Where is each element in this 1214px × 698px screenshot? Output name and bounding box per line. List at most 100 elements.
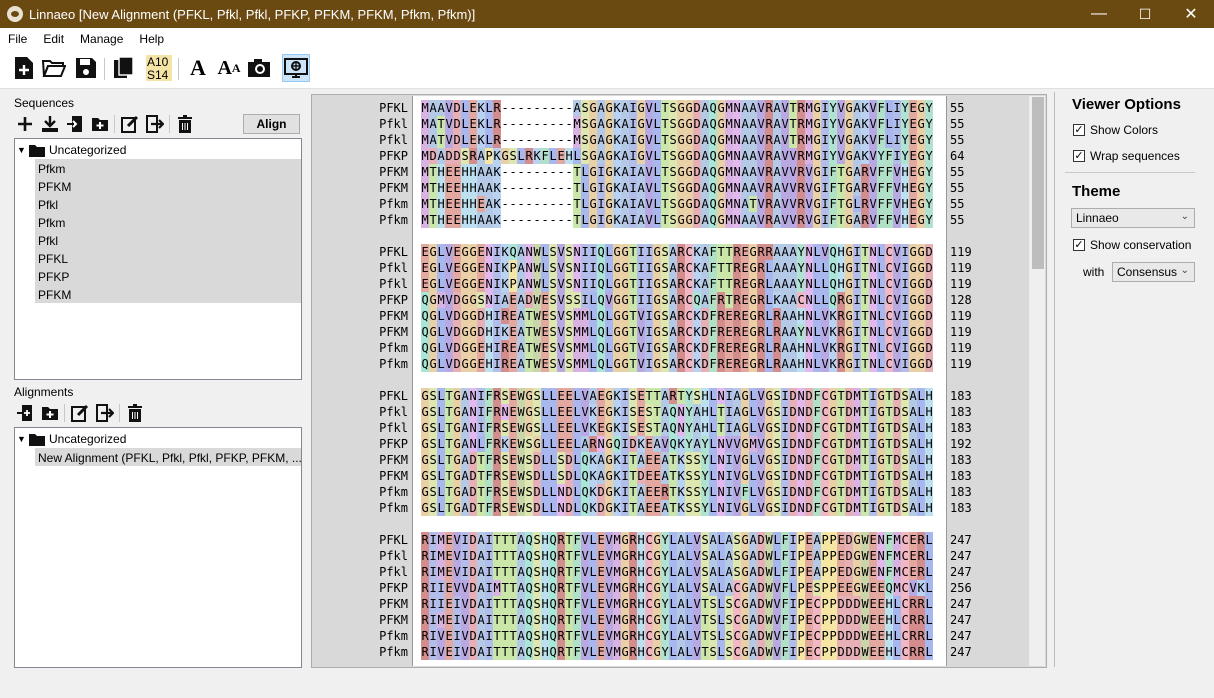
sequence-item[interactable]: Pfkl [38,232,58,250]
export-alignment-icon[interactable] [94,402,116,424]
export-icon[interactable] [144,113,166,135]
sequence-name-label: Pfkl [379,277,408,291]
maximize-button[interactable]: ☐ [1122,0,1168,28]
sequence-name-label: Pfkm [379,197,408,211]
residue-count-label: 64 [950,149,965,163]
residue-count-label: 247 [950,565,972,579]
residue-count-label: 183 [950,485,972,499]
folder-icon [29,144,45,157]
sequence-row: GSLTGADTFRSEWSDLLSDLQKAGKITDEEATKSSYLNIV… [421,468,933,484]
show-colors-checkbox[interactable]: ✓ [1073,124,1085,136]
residue-number-icon[interactable]: A10 S14 [145,54,173,82]
sequence-name-label: PFKM [379,613,408,627]
sequence-tree[interactable]: ▼ Uncategorized Pfkm PFKM Pfkl Pfkm Pfkl… [14,138,302,380]
sequence-item[interactable]: PFKL [38,250,68,268]
menu-help[interactable]: Help [131,32,172,46]
sequence-name-label: Pfkl [379,261,408,275]
sequence-item[interactable]: Pfkm [38,160,65,178]
sequence-item[interactable]: Pfkl [38,196,58,214]
residue-count-label: 256 [950,581,972,595]
sequence-row: GSLTGANIFRNEWGSLLEELVKEGKISESTAQNYAHLTIA… [421,404,933,420]
residue-count-label: 183 [950,389,972,403]
residue-count-label: 55 [950,101,965,115]
scrollbar-thumb[interactable] [1032,97,1044,269]
sequence-name-label: PFKP [379,437,408,451]
new-file-icon[interactable] [10,54,38,82]
sequence-row: GSLTGADTFRSEWSDLLNDLQKDGKITAEERTKSSYLNIV… [421,484,933,500]
alignment-tree[interactable]: ▼ Uncategorized New Alignment (PFKL, Pfk… [14,427,302,668]
font-icon[interactable]: A [184,54,212,82]
folder-icon [29,433,45,446]
collapse-arrow-icon[interactable]: ▼ [17,434,27,444]
sequence-row: RIMEVIDAITTTAQSHQRTFVLEVMGRHCGYLALVSALAS… [421,548,933,564]
copy-icon[interactable] [110,54,138,82]
conservation-select[interactable]: Consensus ⌄ [1112,262,1195,282]
font-size-icon[interactable]: AA [215,54,243,82]
sequence-name-label: Pfkl [379,565,408,579]
new-folder-icon[interactable] [89,113,111,135]
align-button[interactable]: Align [243,114,300,134]
viewer-options-icon[interactable] [282,54,310,82]
chevron-down-icon: ⌄ [1180,211,1189,222]
sequence-name-label: Pfkm [379,645,408,659]
alignments-heading: Alignments [14,385,74,399]
menu-manage[interactable]: Manage [72,32,131,46]
alignment-item[interactable]: New Alignment (PFKL, Pfkl, Pfkl, PFKP, P… [38,449,301,467]
residue-count-label: 183 [950,453,972,467]
sequence-row: MTHEEHHAAK---------TLGIGKAIAVLTSGGDAQGMN… [421,164,933,180]
sequence-row: GSLTGANIFRSEWGSLLEELVKEGKISESTAQNYAHLTIA… [421,420,933,436]
close-button[interactable]: ✕ [1168,0,1214,28]
delete-alignment-icon[interactable] [124,402,146,424]
sequence-row: QGLVDGGDHIREATWESVSMMLQLGGTVIGSARCKDFRER… [421,308,933,324]
sequence-row: MTHEEHHEAK---------TLGIGKAIAVLTSGGDAQGMN… [421,196,933,212]
sequence-item[interactable]: PFKM [38,178,71,196]
sequence-folder[interactable]: ▼ Uncategorized [17,141,126,159]
sequence-name-label: PFKM [379,325,408,339]
open-folder-icon[interactable] [40,54,68,82]
save-icon[interactable] [72,54,100,82]
residue-count-label: 119 [950,309,972,323]
menu-edit[interactable]: Edit [35,32,72,46]
show-conservation-checkbox[interactable]: ✓ [1073,239,1085,251]
rename-alignment-icon[interactable] [69,402,91,424]
title-bar: Linnaeo [New Alignment (PFKL, Pfkl, Pfkl… [0,0,1214,28]
sequence-name-label: Pfkl [379,405,408,419]
sequence-row: MDADDSRAPKGSLRKFLEHLSGAGKAIGVLTSGGDAQGMN… [421,148,933,164]
screenshot-icon[interactable] [245,54,273,82]
sequence-name-label: Pfkm [379,629,408,643]
theme-select-value: Linnaeo [1076,211,1119,225]
sequence-row: QGLVDGGEHIREATWESVSMMLQLGGTVIGSARCKDFRER… [421,340,933,356]
sequence-name-label: PFKP [379,293,408,307]
sequence-name-label: Pfkm [379,501,408,515]
rename-icon[interactable] [119,113,141,135]
residue-count-label: 119 [950,245,972,259]
residue-count-label: 55 [950,181,965,195]
sequence-name-label: PFKL [379,245,408,259]
sequence-row: MAAVDLEKLR---------ASGAGKAIGVLTSGGDAQGMN… [421,100,933,116]
sequence-item[interactable]: PFKP [38,268,69,286]
sequence-item[interactable]: PFKM [38,286,71,304]
residue-count-label: 119 [950,277,972,291]
sequence-name-label: Pfkl [379,117,408,131]
sequence-row: MTHEEHHAAK---------TLGIGKAIAVLTSGGDAQGMN… [421,212,933,228]
minimize-button[interactable]: — [1076,0,1122,28]
sequence-row: MATVDLEKLR---------MSGAGKAIGVLTSGGDAQGMN… [421,116,933,132]
sequence-item[interactable]: Pfkm [38,214,65,232]
menu-file[interactable]: File [0,32,35,46]
sequence-row: MATVDLEKLR---------MSGAGKAIGVLTSGGDAQGMN… [421,132,933,148]
delete-icon[interactable] [174,113,196,135]
theme-select[interactable]: Linnaeo ⌄ [1071,208,1195,228]
sequence-name-label: PFKM [379,309,408,323]
add-to-alignment-icon[interactable] [64,113,86,135]
wrap-sequences-checkbox[interactable]: ✓ [1073,150,1085,162]
collapse-arrow-icon[interactable]: ▼ [17,145,27,155]
sequence-row: GSLTGANIFRSEWGSLLEELVAEGKISETTARTYSHLNIA… [421,388,933,404]
import-sequence-icon[interactable] [39,113,61,135]
add-sequence-icon[interactable] [14,113,36,135]
alignment-folder[interactable]: ▼ Uncategorized [17,430,126,448]
show-conservation-label: Show conservation [1090,238,1192,252]
sequence-row: RIMEVIDAITTTAQSHQRTFVLEVMGRHCGYLALVSALAS… [421,564,933,580]
new-alignment-folder-icon[interactable] [39,402,61,424]
sequence-name-label: Pfkl [379,133,408,147]
add-alignment-icon[interactable] [14,402,36,424]
